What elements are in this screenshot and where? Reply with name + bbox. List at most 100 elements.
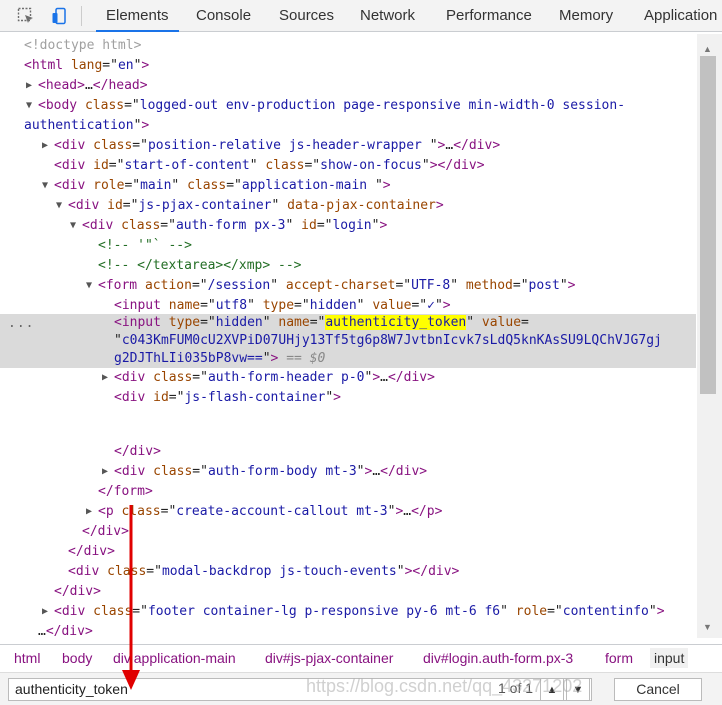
tree-node-close[interactable]: </div> <box>0 522 696 542</box>
expand-triangle-icon[interactable]: ▶ <box>26 76 36 96</box>
body-attr-value-cont: authentication <box>24 118 134 133</box>
close-tag: p <box>426 504 435 519</box>
close-tag: div <box>403 370 428 385</box>
tree-node-form[interactable]: ▼ <form action="/session" accept-charset… <box>0 276 696 296</box>
tab-performance[interactable]: Performance <box>446 0 532 31</box>
tag-name: div <box>121 370 146 385</box>
scroll-down-icon[interactable]: ▼ <box>703 622 712 632</box>
breadcrumb-item-form[interactable]: form <box>605 648 633 668</box>
tag-name: div <box>61 604 86 619</box>
tab-memory[interactable]: Memory <box>559 0 613 31</box>
collapse-triangle-icon[interactable]: ▼ <box>70 216 80 236</box>
tree-node-utf8-input[interactable]: <input name="utf8" type="hidden" value="… <box>0 296 696 316</box>
tag-name: input <box>121 315 161 330</box>
tree-node-flash-container[interactable]: <div id="js-flash-container"> <box>0 388 696 408</box>
expand-triangle-icon[interactable]: ▶ <box>102 368 112 388</box>
scrollbar-thumb[interactable] <box>700 56 716 394</box>
tree-node-comment[interactable]: <!-- </textarea></xmp> --> <box>0 256 696 276</box>
attr-name: method <box>465 278 513 293</box>
comment-text: <!-- '"` --> <box>98 238 192 253</box>
expand-triangle-icon[interactable]: ▶ <box>42 602 52 622</box>
crumb-tag: html <box>14 650 41 666</box>
tree-node-auth-form[interactable]: ▼ <div class="auth-form px-3" id="login"… <box>0 216 696 236</box>
attr-name: role <box>515 604 548 619</box>
collapse-triangle-icon[interactable]: ▼ <box>56 196 66 216</box>
token-value-part1: c043KmFUM0cU2XVPiD07UHjy13Tf5tg6p8W7Jvtb… <box>121 333 662 348</box>
tree-node-body[interactable]: ▼ <body class="logged-out env-production… <box>0 96 696 116</box>
tree-node-footer-close[interactable]: …</div> <box>0 622 696 638</box>
tab-application[interactable]: Application <box>644 0 717 31</box>
search-bar: authenticity_token 1 of 1 ▲ ▼ Cancel <box>0 672 722 705</box>
breadcrumb-item-pjax[interactable]: div#js-pjax-container <box>265 648 393 668</box>
attr-name: action <box>144 278 192 293</box>
next-match-button[interactable]: ▼ <box>566 678 590 701</box>
doctype-text: <!doctype html> <box>24 38 142 53</box>
html-tag: html <box>31 58 64 73</box>
close-tag: div <box>395 464 420 479</box>
crumb-tag: div <box>265 650 283 666</box>
expand-triangle-icon[interactable]: ▶ <box>102 462 112 482</box>
collapse-triangle-icon[interactable]: ▼ <box>86 276 96 296</box>
attr-name: accept-charset <box>285 278 396 293</box>
breadcrumb-item-body[interactable]: body <box>62 648 92 668</box>
attr-value: modal-backdrop js-touch-events <box>161 564 397 579</box>
close-tag: div <box>97 524 122 539</box>
match-count: 1 of 1 <box>498 680 534 696</box>
tag-name: input <box>121 298 161 313</box>
tab-sources[interactable]: Sources <box>279 0 334 31</box>
tree-node-close[interactable]: </form> <box>0 482 696 502</box>
breadcrumb-item-input[interactable]: input <box>650 648 689 668</box>
collapse-triangle-icon[interactable]: ▼ <box>26 96 36 116</box>
breadcrumb-item-main[interactable]: div.application-main <box>113 648 236 668</box>
close-tag: div <box>453 158 477 173</box>
tree-node-callout[interactable]: ▶ <p class="create-account-callout mt-3"… <box>0 502 696 522</box>
tree-node-pjax-container[interactable]: ▼ <div id="js-pjax-container" data-pjax-… <box>0 196 696 216</box>
attr-name: data-pjax-container <box>287 198 436 213</box>
device-toolbar-icon[interactable] <box>50 6 70 26</box>
tree-node-comment[interactable]: <!-- '"` --> <box>0 236 696 256</box>
attr-value: main <box>140 178 172 193</box>
tree-node-main[interactable]: ▼ <div role="main" class="application-ma… <box>0 176 696 196</box>
tag-name: div <box>75 198 100 213</box>
tag-name: div <box>61 158 86 173</box>
tree-node-modal-backdrop[interactable]: <div class="modal-backdrop js-touch-even… <box>0 562 696 582</box>
attr-value: auth-form-body mt-3 <box>207 464 357 479</box>
cancel-button[interactable]: Cancel <box>614 678 702 701</box>
close-tag: div <box>69 584 94 599</box>
attr-value: ✓ <box>427 298 435 313</box>
attr-value: utf8 <box>215 298 248 313</box>
tree-node-head[interactable]: ▶ <head>…</head> <box>0 76 696 96</box>
attr-value: js-flash-container <box>184 390 326 405</box>
inspect-element-icon[interactable] <box>16 6 36 26</box>
tree-node-close[interactable]: </div> <box>0 442 696 462</box>
tree-node-html[interactable]: <html lang="en"> <box>0 56 696 76</box>
previous-match-button[interactable]: ▲ <box>540 678 564 701</box>
collapse-triangle-icon[interactable]: ▼ <box>42 176 52 196</box>
attr-name: class <box>107 564 147 579</box>
tag-name: div <box>75 564 100 579</box>
tree-node-token-input-selected[interactable]: ... <input type="hidden" name="authentic… <box>0 314 696 368</box>
attr-name: class <box>187 178 227 193</box>
tab-console[interactable]: Console <box>196 0 251 31</box>
tree-node-start-of-content[interactable]: <div id="start-of-content" class="show-o… <box>0 156 696 176</box>
tree-node-form-body[interactable]: ▶ <div class="auth-form-body mt-3">…</di… <box>0 462 696 482</box>
expand-triangle-icon[interactable]: ▶ <box>86 502 96 522</box>
tab-elements[interactable]: Elements <box>96 0 178 32</box>
tree-node-close[interactable]: </div> <box>0 582 696 602</box>
attr-value: footer container-lg p-responsive py-6 mt… <box>147 604 501 619</box>
tree-node-header-wrapper[interactable]: ▶ <div class="position-relative js-heade… <box>0 136 696 156</box>
tab-network[interactable]: Network <box>360 0 415 31</box>
tree-node-doctype[interactable]: <!doctype html> <box>0 36 696 56</box>
more-actions-icon[interactable]: ... <box>8 314 34 334</box>
breadcrumb-item-login[interactable]: div#login.auth-form.px-3 <box>423 648 573 668</box>
crumb-selector: .application-main <box>129 650 236 666</box>
attr-name: class <box>93 138 133 153</box>
tree-node-footer[interactable]: ▶ <div class="footer container-lg p-resp… <box>0 602 696 622</box>
attr-name: class <box>153 464 193 479</box>
expand-triangle-icon[interactable]: ▶ <box>42 136 52 156</box>
scroll-up-icon[interactable]: ▲ <box>703 44 712 54</box>
attr-name: role <box>93 178 125 193</box>
tree-node-close[interactable]: </div> <box>0 542 696 562</box>
breadcrumb-item-html[interactable]: html <box>14 648 40 668</box>
tree-node-form-header[interactable]: ▶ <div class="auth-form-header p-0">…</d… <box>0 368 696 388</box>
